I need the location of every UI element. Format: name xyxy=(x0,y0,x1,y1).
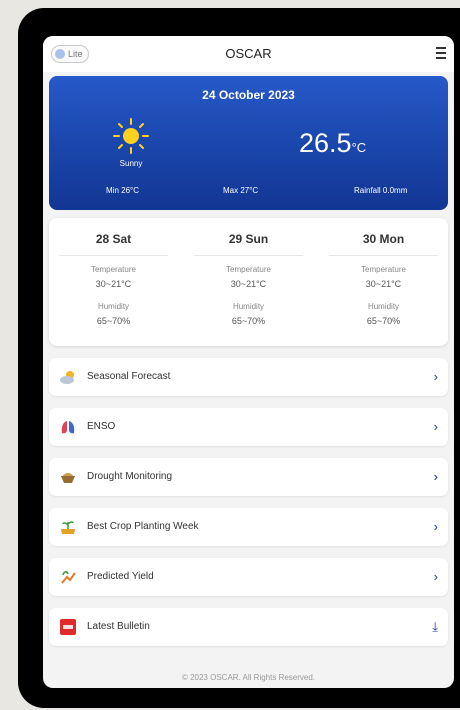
forecast-day-1: 28 Sat Temperature 30~21°C Humidity 65~7… xyxy=(51,218,176,346)
max-temperature: Max 27°C xyxy=(223,186,259,195)
temperature-label: Temperature xyxy=(91,265,136,274)
weather-condition: Sunny xyxy=(119,159,143,168)
temperature-range: 30~21°C xyxy=(230,279,267,289)
menu-item-label: ENSO xyxy=(87,421,116,432)
humidity-label: Humidity xyxy=(367,302,400,311)
lungs-icon xyxy=(59,418,77,436)
humidity-range: 65~70% xyxy=(366,316,401,326)
top-bar: Lite OSCAR xyxy=(43,36,454,72)
weather-date: 24 October 2023 xyxy=(202,88,295,102)
menu-item-label: Latest Bulletin xyxy=(87,621,150,632)
chevron-right-icon: › xyxy=(433,469,438,484)
forecast-day-label: 28 Sat xyxy=(95,232,132,246)
temperature-range: 30~21°C xyxy=(365,279,402,289)
humidity-label: Humidity xyxy=(97,302,130,311)
temperature-unit: °C xyxy=(351,140,367,155)
forecast-day-label: 30 Mon xyxy=(362,232,405,246)
menu-item-seasonal-forecast[interactable]: Seasonal Forecast › xyxy=(49,358,448,396)
menu-item-label: Seasonal Forecast xyxy=(87,371,171,382)
chevron-right-icon: › xyxy=(433,519,438,534)
menu-item-drought-monitoring[interactable]: Drought Monitoring › xyxy=(49,458,448,496)
divider xyxy=(194,255,303,256)
app-screen: Lite OSCAR 24 October 2023 Sunny 26.5°C … xyxy=(43,36,454,688)
current-weather-card: 24 October 2023 Sunny 26.5°C Min 26°C Ma… xyxy=(49,76,448,210)
divider xyxy=(329,255,438,256)
menu-item-predicted-yield[interactable]: Predicted Yield › xyxy=(49,558,448,596)
current-temperature: 26.5°C xyxy=(299,128,366,159)
temperature-range: 30~21°C xyxy=(95,279,132,289)
chevron-right-icon: › xyxy=(433,419,438,434)
humidity-label: Humidity xyxy=(232,302,265,311)
temperature-label: Temperature xyxy=(361,265,406,274)
crop-planting-icon xyxy=(59,518,77,536)
yield-icon xyxy=(59,568,77,586)
forecast-day-2: 29 Sun Temperature 30~21°C Humidity 65~7… xyxy=(186,218,311,346)
min-temperature: Min 26°C xyxy=(106,186,139,195)
pdf-icon xyxy=(59,618,77,636)
forecast-day-3: 30 Mon Temperature 30~21°C Humidity 65~7… xyxy=(321,218,446,346)
forecast-day-label: 29 Sun xyxy=(228,232,269,246)
footer-copyright: © 2023 OSCAR. All Rights Reserved. xyxy=(181,673,316,682)
drought-icon xyxy=(59,468,77,486)
humidity-range: 65~70% xyxy=(231,316,266,326)
download-icon[interactable]: ⤓ xyxy=(432,619,438,635)
chevron-right-icon: › xyxy=(433,569,438,584)
cloud-sun-icon xyxy=(59,368,77,386)
sun-icon xyxy=(111,116,151,156)
menu-item-label: Predicted Yield xyxy=(87,571,154,582)
rainfall: Rainfall 0.0mm xyxy=(354,186,408,195)
chevron-right-icon: › xyxy=(433,369,438,384)
menu-item-label: Best Crop Planting Week xyxy=(87,521,199,532)
menu-item-label: Drought Monitoring xyxy=(87,471,173,482)
humidity-range: 65~70% xyxy=(96,316,131,326)
app-title: OSCAR xyxy=(225,46,272,61)
menu-item-enso[interactable]: ENSO › xyxy=(49,408,448,446)
menu-item-best-crop-planting-week[interactable]: Best Crop Planting Week › xyxy=(49,508,448,546)
forecast-card: 28 Sat Temperature 30~21°C Humidity 65~7… xyxy=(49,218,448,346)
temperature-value: 26.5 xyxy=(299,128,352,158)
menu-item-latest-bulletin[interactable]: Latest Bulletin ⤓ xyxy=(49,608,448,646)
temperature-label: Temperature xyxy=(226,265,271,274)
divider xyxy=(59,255,168,256)
hamburger-menu-icon[interactable] xyxy=(436,47,446,59)
